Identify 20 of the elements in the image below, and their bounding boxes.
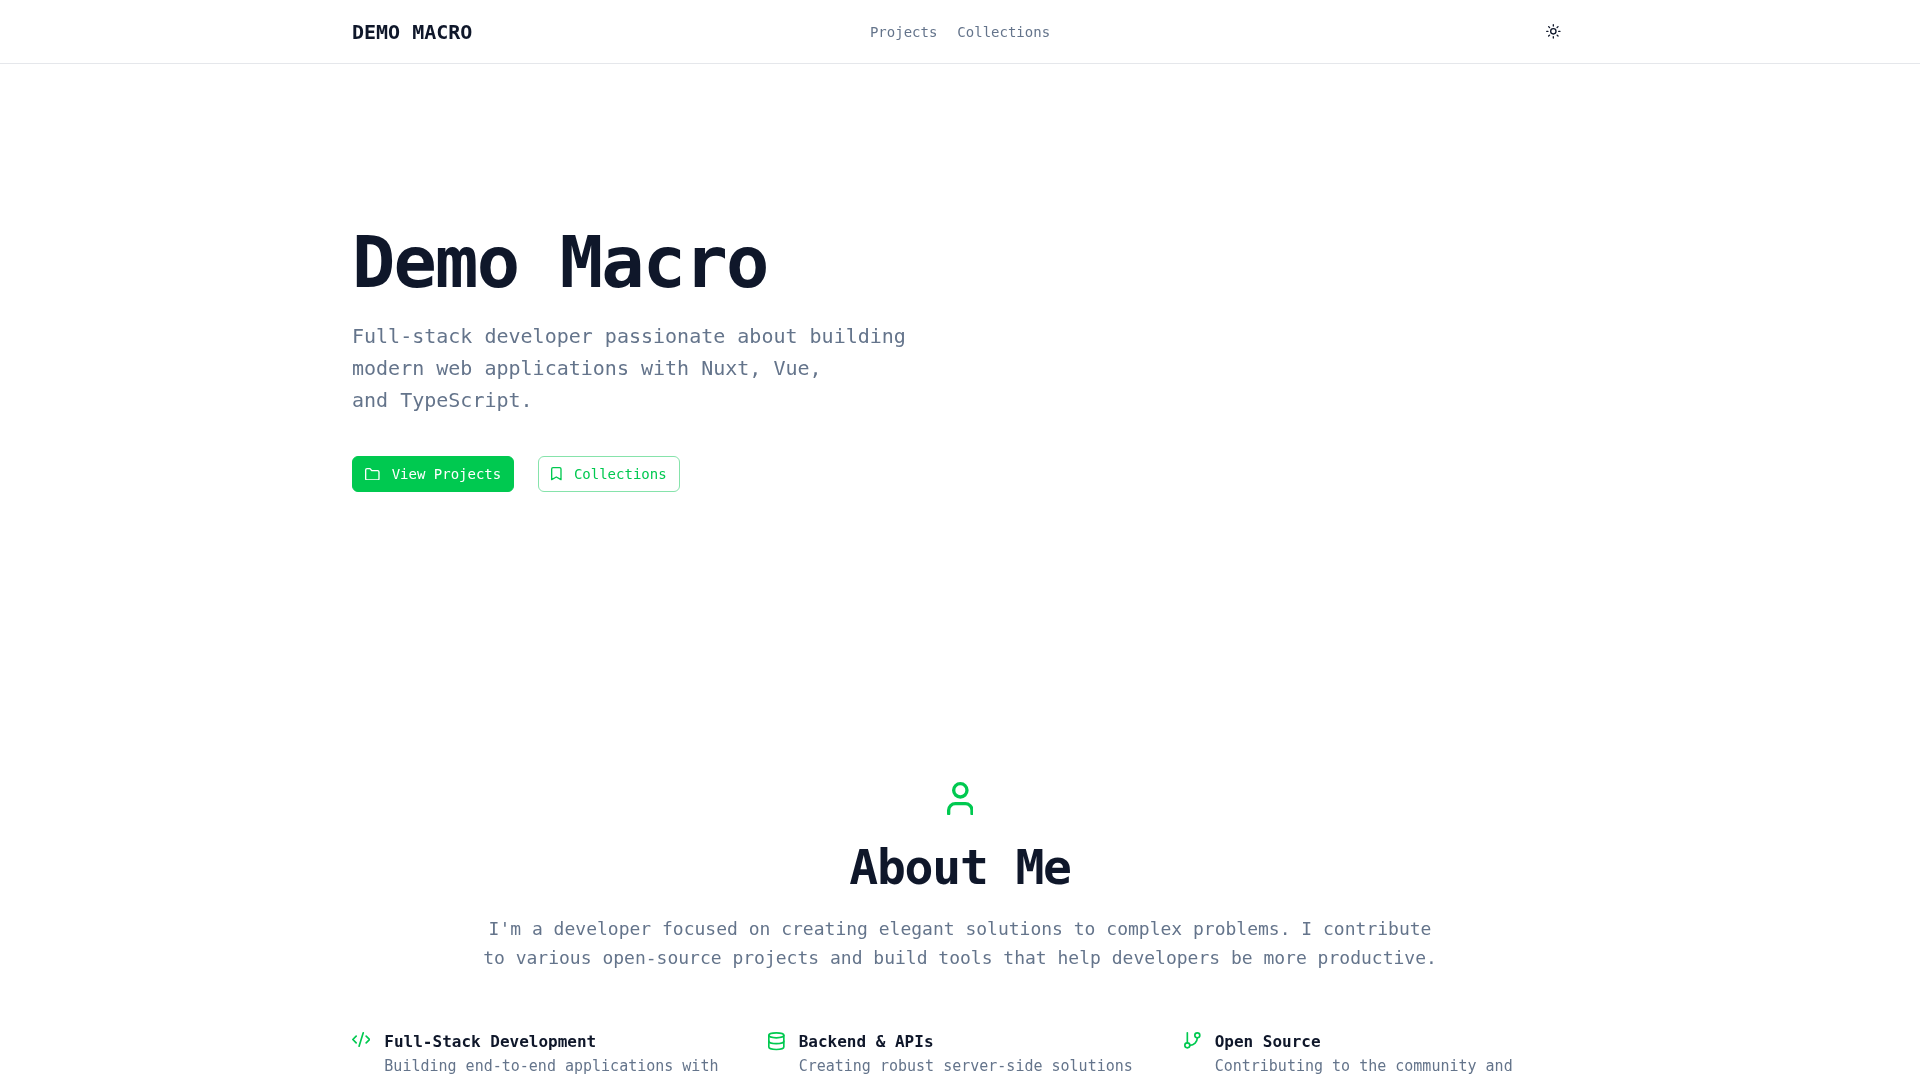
site-logo[interactable]: DEMO MACRO xyxy=(352,19,473,44)
nav-link[interactable]: Projects xyxy=(869,23,938,40)
branch-icon xyxy=(1184,1032,1201,1049)
folder-icon xyxy=(365,467,380,481)
user-icon xyxy=(946,782,974,816)
feature-description: Creating robust server-side solutions xyxy=(798,1056,1133,1077)
feature-title: Open Source xyxy=(1214,1031,1322,1054)
about-text: I'm a developer focused on creating elegant solutions to complex problems. I contribute to various open-source projects and build tools that help developers be more productive. xyxy=(482,917,1438,971)
sun-icon xyxy=(1546,24,1561,39)
feature-description: Contributing to the community and xyxy=(1214,1056,1513,1077)
feature-description: Building end-to-end applications with xyxy=(384,1056,719,1077)
feature-title: Backend & APIs xyxy=(798,1031,935,1054)
bookmark-icon xyxy=(551,467,562,481)
hero-subtitle: Full-stack developer passionate about building modern web applications with Nuxt, Vue, and TypeScript. xyxy=(352,323,906,414)
nav-link[interactable]: Collections xyxy=(957,23,1051,40)
database-icon xyxy=(768,1032,785,1051)
section-title: About Me xyxy=(849,843,1071,892)
hero-title: Demo Macro xyxy=(352,226,768,298)
feature-title: Full-Stack Development xyxy=(384,1031,598,1054)
code-icon xyxy=(352,1032,371,1048)
